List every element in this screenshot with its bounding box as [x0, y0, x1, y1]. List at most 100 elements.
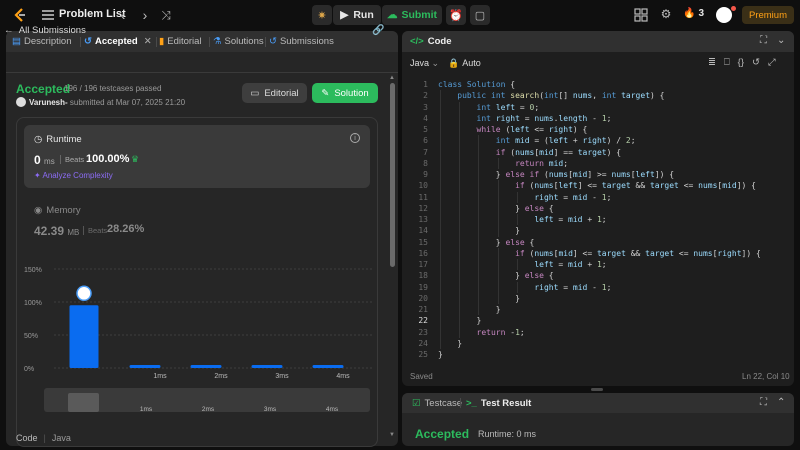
reset-icon[interactable]: ↺: [752, 57, 760, 68]
indent-guide: [497, 202, 499, 214]
memory-label[interactable]: ◉ Memory: [34, 205, 81, 216]
code-editor[interactable]: 1 class Solution {2 public int search(int…: [402, 75, 794, 361]
code-title: </> Code: [410, 36, 452, 47]
indent-guide: [440, 202, 441, 214]
maximize-icon[interactable]: ⛶: [760, 397, 767, 408]
indent-guide: [440, 124, 441, 136]
collapse-icon[interactable]: ⌄: [777, 35, 785, 46]
line-number: 10: [418, 181, 428, 191]
notification-dot: [731, 6, 736, 11]
indent-guide: [440, 304, 441, 316]
chart-bar[interactable]: [190, 365, 222, 368]
tab-testcase[interactable]: ☑ Testcase: [412, 398, 462, 409]
edit-icon: ✎: [321, 87, 330, 99]
gear-icon[interactable]: ⚙: [659, 7, 673, 21]
indent-guide: [497, 281, 499, 293]
range-slider-handle[interactable]: [68, 393, 99, 412]
run-label: Run: [353, 9, 374, 21]
tab-description[interactable]: ▤ Description: [12, 36, 72, 47]
premium-button[interactable]: Premium: [742, 6, 794, 24]
indent-guide: [440, 180, 441, 192]
submit-button[interactable]: ☁ Submit: [382, 5, 442, 25]
memory-title: Memory: [46, 205, 81, 216]
chevron-left-icon[interactable]: ‹: [116, 6, 130, 24]
expand-icon[interactable]: ⤢: [768, 57, 776, 68]
editorial-button[interactable]: ▭ Editorial: [242, 83, 307, 103]
scroll-down-icon[interactable]: ▼: [389, 432, 395, 438]
runtime-distribution-chart[interactable]: 150% 100% 50% 0% 1ms 2ms 3ms 4ms: [24, 261, 374, 381]
panel-controls: ⛶ ⌄: [760, 35, 785, 46]
format-icon[interactable]: ≣: [708, 57, 716, 68]
line-number: 16: [418, 248, 428, 258]
code-line: int right = nums.length - 1;: [476, 113, 612, 123]
avatar[interactable]: [716, 7, 732, 23]
all-submissions-link[interactable]: ← All Submissions: [4, 25, 86, 36]
indent-guide: [459, 259, 461, 271]
chart-bar[interactable]: [69, 305, 99, 368]
tab-solutions[interactable]: ⚗ Solutions: [213, 36, 264, 47]
scrollbar-thumb[interactable]: [390, 83, 395, 267]
link-icon[interactable]: 🔗: [372, 25, 384, 36]
line-number: 13: [418, 215, 428, 224]
indent-guide: [497, 270, 499, 282]
collapse-icon[interactable]: ⌃: [777, 397, 785, 408]
indent-guide: [497, 225, 499, 237]
debug-button[interactable]: ✷: [312, 5, 332, 25]
code-line: right = mid - 1;: [534, 282, 612, 292]
alarm-icon[interactable]: ⏰: [446, 5, 466, 25]
tab-divider: [209, 37, 210, 47]
indent-guide: [478, 214, 480, 226]
layout-icon[interactable]: [634, 8, 648, 22]
resize-handle[interactable]: [591, 388, 603, 391]
info-icon[interactable]: i: [350, 133, 360, 143]
indent-guide: [440, 247, 441, 259]
analyze-label: Analyze Complexity: [42, 171, 113, 180]
editor-toolbar: ≣ ⎕ {} ↺ ⤢: [708, 57, 776, 68]
runtime-value: 0 ms: [34, 153, 55, 167]
fire-icon: 🔥: [683, 8, 696, 19]
tab-accepted[interactable]: ↺ Accepted ✕: [84, 36, 152, 47]
indent-guide: [459, 135, 461, 147]
testcase-label: Testcase: [424, 398, 463, 409]
back-label: All Submissions: [18, 25, 86, 36]
close-icon[interactable]: ✕: [144, 36, 152, 47]
solution-button[interactable]: ✎ Solution: [312, 83, 378, 103]
analyze-complexity-link[interactable]: ✦ Analyze Complexity: [34, 171, 113, 180]
language-select[interactable]: Java ⌄: [410, 58, 439, 69]
scroll-up-icon[interactable]: ▲: [389, 75, 395, 81]
code-editor-panel: </> Code ⛶ ⌄ Java ⌄ 🔒 Auto ≣ ⎕ {} ↺ ⤢ 1 clas…: [402, 31, 794, 386]
username[interactable]: Varunesh-: [29, 98, 68, 107]
x-tick-label: 2ms: [214, 373, 228, 380]
bookmark-icon[interactable]: ⎕: [724, 57, 730, 68]
indent-guide: [459, 270, 461, 282]
minimap-label: 4ms: [325, 406, 339, 413]
tab-editorial[interactable]: ▮ Editorial: [159, 36, 202, 47]
user-avatar[interactable]: [16, 97, 26, 107]
tab-submissions[interactable]: ↺ Submissions: [269, 36, 334, 47]
line-number: 17: [418, 260, 428, 269]
code-line: while (left <= right) {: [476, 125, 588, 134]
submitted-time: submitted at Mar 07, 2025 21:20: [69, 98, 186, 107]
streak-counter[interactable]: 🔥 3: [683, 8, 704, 19]
indent-guide: [440, 157, 441, 169]
history-icon: ↺: [269, 36, 277, 47]
line-number: 20: [418, 293, 428, 303]
runtime-title: Runtime: [46, 134, 82, 145]
chart-bar[interactable]: [251, 365, 283, 368]
indent-guide: [459, 169, 461, 181]
shuffle-icon[interactable]: ⤨: [158, 6, 174, 24]
chart-bar[interactable]: [129, 365, 161, 368]
tab-test-result[interactable]: >_ Test Result: [466, 398, 531, 409]
chevron-right-icon[interactable]: ›: [138, 6, 152, 24]
indent-guide: [478, 281, 480, 293]
chart-bar[interactable]: [312, 365, 344, 368]
braces-icon[interactable]: {}: [738, 57, 744, 68]
leetcode-logo-icon[interactable]: [12, 7, 28, 23]
play-icon: ▶: [340, 9, 349, 21]
note-icon[interactable]: ▢: [470, 5, 490, 25]
line-number: 21: [418, 305, 428, 314]
auto-mode-toggle[interactable]: 🔒 Auto: [448, 58, 481, 69]
list-icon[interactable]: [41, 9, 55, 21]
maximize-icon[interactable]: ⛶: [760, 35, 767, 46]
run-button[interactable]: ▶ Run: [333, 5, 381, 25]
